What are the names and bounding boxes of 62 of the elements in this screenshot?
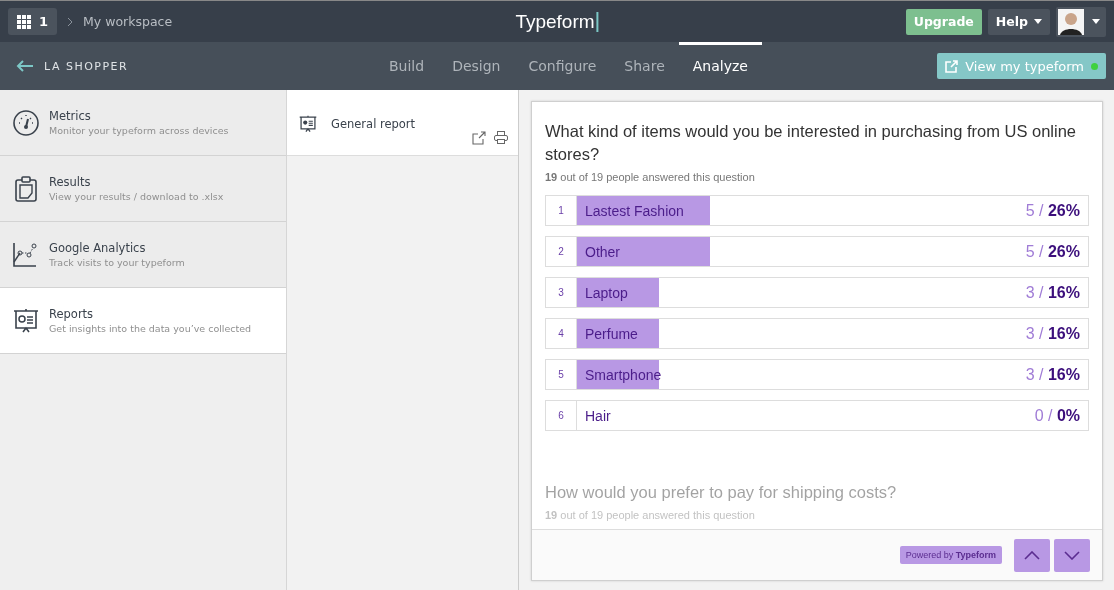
answer-index: 1 <box>545 195 576 226</box>
sidebar-item-title: Reports <box>49 307 95 321</box>
previous-button[interactable] <box>1014 538 1050 572</box>
user-menu-button[interactable] <box>1056 6 1106 37</box>
gauge-icon <box>13 109 39 136</box>
presentation-board-icon <box>299 114 317 133</box>
nav-tab[interactable]: Design <box>438 42 515 90</box>
sidebar-item-subtitle: Monitor your typeform across devices <box>49 125 229 136</box>
answer-result: 5 / 26% <box>1025 242 1081 261</box>
answer-count: 19 out of 19 people answered this question <box>545 171 756 183</box>
report-item[interactable]: General report <box>287 90 518 156</box>
answer-label: Laptop <box>584 284 628 301</box>
answer-result: 0 / 0% <box>1034 406 1081 425</box>
sidebar-item[interactable]: Reports Get insights into the data you’ve collected <box>0 288 286 354</box>
clipboard-icon <box>13 175 39 202</box>
external-link-icon <box>945 59 959 73</box>
answer-result: 5 / 26% <box>1025 201 1081 220</box>
answer-result: 3 / 16% <box>1025 283 1081 302</box>
answer-result: 3 / 16% <box>1025 324 1081 343</box>
chevron-icon <box>67 16 74 27</box>
sidebar-item-subtitle: Track visits to your typeform <box>49 257 185 268</box>
answer-label: Perfume <box>584 325 638 342</box>
chevron-down-icon <box>1064 550 1080 560</box>
question-title: How would you prefer to pay for shipping costs? <box>545 482 898 503</box>
sidebar-item-title: Metrics <box>49 109 92 123</box>
answer-label: Hair <box>584 407 611 424</box>
external-link-icon[interactable] <box>472 130 486 145</box>
answer-index: 6 <box>545 400 576 431</box>
grid-icon <box>17 14 31 29</box>
answer-count: 19 out of 19 people answered this question <box>545 509 756 521</box>
scatter-plot-icon <box>13 241 39 268</box>
apps-button[interactable]: 1 <box>8 8 58 35</box>
nav-tab[interactable]: Share <box>610 42 679 90</box>
next-button[interactable] <box>1054 538 1090 572</box>
answer-label: Other <box>584 243 620 260</box>
question-title: What kind of items would you be interested in purchasing from US online stores? <box>545 121 1078 165</box>
report-title: General report <box>331 116 416 131</box>
presentation-board-icon <box>13 307 39 334</box>
help-button[interactable]: Help <box>987 8 1050 35</box>
sidebar-item-title: Google Analytics <box>49 241 147 255</box>
nav-tab[interactable]: Build <box>389 42 439 90</box>
answer-result: 3 / 16% <box>1025 365 1081 384</box>
logo: Typeform <box>515 10 599 33</box>
answer-index: 3 <box>545 277 576 308</box>
back-arrow-icon[interactable] <box>16 60 34 72</box>
answer-index: 4 <box>545 318 576 349</box>
chevron-up-icon <box>1024 550 1040 560</box>
answer-label: Lastest Fashion <box>584 202 684 219</box>
sidebar-item-title: Results <box>49 175 92 189</box>
sidebar-item-subtitle: View your results / download to .xlsx <box>49 191 224 202</box>
workspace-link[interactable]: My workspace <box>83 14 173 29</box>
powered-by-badge[interactable]: Powered by Typeform <box>899 546 1002 564</box>
caret-icon <box>1034 19 1042 24</box>
nav-tab[interactable]: Analyze <box>678 42 762 90</box>
answer-index: 5 <box>545 359 576 390</box>
nav-tab[interactable]: Configure <box>514 42 611 90</box>
avatar <box>1058 8 1084 35</box>
sidebar-item-subtitle: Get insights into the data you’ve collected <box>49 323 252 334</box>
form-name: LA SHOPPER <box>44 59 129 73</box>
caret-icon <box>1092 19 1100 24</box>
answer-index: 2 <box>545 236 576 267</box>
print-icon[interactable] <box>494 130 508 144</box>
